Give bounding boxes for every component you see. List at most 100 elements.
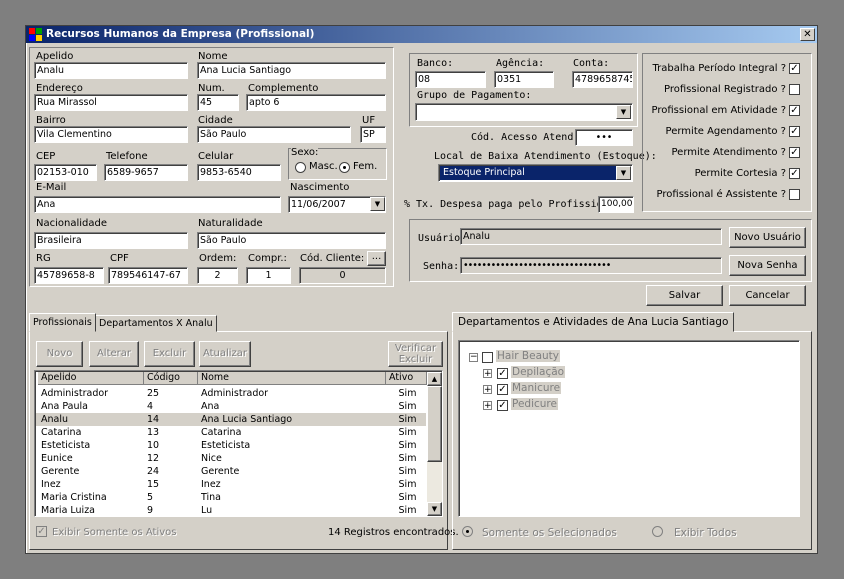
endereco-field[interactable]: Rua Mirassol — [34, 94, 188, 111]
cod-cliente-button[interactable]: ... — [367, 251, 386, 266]
option-checkbox[interactable]: ✓ — [789, 105, 800, 116]
professionals-grid[interactable]: Apelido Código Nome Ativo Administrador 25 Ad… — [34, 370, 443, 517]
scroll-up-icon[interactable]: ▲ — [427, 372, 442, 386]
table-cell: Gerente — [41, 466, 80, 477]
table-cell: 9 — [147, 505, 154, 516]
grid-scrollbar[interactable]: ▲ ▼ — [427, 372, 442, 516]
table-cell: Sim — [398, 466, 417, 477]
close-icon[interactable]: ✕ — [800, 28, 815, 41]
conta-label: Conta: — [573, 58, 610, 69]
table-cell: Gerente — [201, 466, 240, 477]
apelido-field[interactable]: Analu — [34, 62, 188, 79]
option-checkbox[interactable]: ✓ — [789, 63, 800, 74]
cpf-field[interactable]: 789546147-67 — [108, 267, 188, 284]
expand-icon[interactable]: + — [483, 385, 492, 395]
table-cell: Sim — [398, 453, 417, 464]
tree-checkbox[interactable]: ✓ — [497, 368, 508, 379]
novo-usuario-button[interactable]: Novo Usuário — [729, 227, 806, 248]
option-checkbox[interactable]: ✓ — [789, 126, 800, 137]
usuario-field: Analu — [460, 228, 722, 245]
scroll-down-icon[interactable]: ▼ — [427, 502, 442, 516]
table-cell: Ana — [201, 401, 220, 412]
tree-checkbox[interactable]: ✓ — [497, 384, 508, 395]
table-cell: Catarina — [41, 427, 82, 438]
nova-senha-button[interactable]: Nova Senha — [729, 255, 806, 276]
agencia-field[interactable]: 0351 — [494, 71, 554, 88]
cod-acesso-label: Cód. Acesso Atend.: — [471, 132, 586, 143]
local-baixa-dropdown-icon[interactable]: ▼ — [616, 166, 631, 180]
tree-checkbox[interactable]: ✓ — [497, 400, 508, 411]
celular-field[interactable]: 9853-6540 — [197, 164, 281, 181]
grupo-pagamento-label: Grupo de Pagamento: — [417, 90, 532, 101]
departments-tree[interactable]: − Hair Beauty + ✓ Depilação + ✓ Manicure + ✓ Pedic… — [458, 340, 800, 517]
local-baixa-value: Estoque Principal — [440, 166, 618, 180]
table-cell: Inez — [201, 479, 221, 490]
fem-radio[interactable] — [339, 162, 350, 173]
cod-cliente-label: Cód. Cliente: — [300, 253, 365, 264]
verificar-excluir-button[interactable]: Verificar Excluir — [388, 341, 443, 367]
nome-label: Nome — [198, 51, 228, 62]
tab-profissionais[interactable]: Profissionais — [29, 313, 96, 332]
table-cell: Sim — [398, 505, 417, 516]
uf-field[interactable]: SP — [360, 126, 386, 143]
tx-despesa-field[interactable]: 100,00 — [598, 196, 634, 213]
exibir-todos-radio[interactable] — [652, 526, 663, 537]
excluir-button[interactable]: Excluir — [144, 341, 195, 367]
nacionalidade-field[interactable]: Brasileira — [34, 232, 188, 249]
table-cell: 24 — [147, 466, 160, 477]
bairro-field[interactable]: Vila Clementino — [34, 126, 188, 143]
cep-field[interactable]: 02153-010 — [34, 164, 97, 181]
cpf-label: CPF — [110, 253, 129, 264]
expand-icon[interactable]: + — [483, 401, 492, 411]
cod-acesso-field[interactable]: ••• — [575, 129, 633, 146]
table-cell: Sim — [398, 414, 417, 425]
option-checkbox[interactable]: ✓ — [789, 147, 800, 158]
scroll-thumb[interactable] — [427, 386, 442, 462]
compr-field[interactable]: 1 — [246, 267, 291, 284]
grid-header-cell[interactable]: Código — [144, 372, 198, 385]
telefone-field[interactable]: 6589-9657 — [104, 164, 188, 181]
table-cell: Catarina — [201, 427, 242, 438]
salvar-button[interactable]: Salvar — [646, 285, 723, 306]
only-active-checkbox[interactable]: ✓ — [36, 526, 47, 537]
masc-radio[interactable] — [295, 162, 306, 173]
collapse-icon[interactable]: − — [469, 353, 478, 362]
nome-field[interactable]: Ana Lucia Santiago — [197, 62, 386, 79]
grid-header-cell[interactable]: Nome — [198, 372, 386, 385]
cidade-field[interactable]: São Paulo — [197, 126, 351, 143]
tree-checkbox[interactable] — [482, 352, 493, 363]
tab-departamentos-atividades[interactable]: Departamentos e Atividades de Ana Lucia … — [452, 312, 735, 332]
table-cell: Tina — [201, 492, 221, 503]
grid-header-cell[interactable]: Ativo — [386, 372, 427, 385]
table-cell: Esteticista — [201, 440, 251, 451]
somente-selecionados-radio[interactable] — [462, 526, 473, 537]
atualizar-button[interactable]: Atualizar — [199, 341, 251, 367]
banco-field[interactable]: 08 — [415, 71, 486, 88]
option-checkbox[interactable] — [789, 189, 800, 200]
nascimento-dropdown-icon[interactable]: ▼ — [370, 197, 385, 211]
option-checkbox[interactable] — [789, 84, 800, 95]
rg-field[interactable]: 45789658-8 — [34, 267, 104, 284]
expand-icon[interactable]: + — [483, 369, 492, 379]
num-field[interactable]: 45 — [197, 94, 239, 111]
grid-header-cell[interactable]: Apelido — [38, 372, 144, 385]
local-baixa-select[interactable]: Estoque Principal — [438, 164, 633, 182]
option-checkbox[interactable]: ✓ — [789, 168, 800, 179]
table-cell: 14 — [147, 414, 160, 425]
grupo-pagamento-dropdown-icon[interactable]: ▼ — [616, 105, 631, 119]
cancelar-button[interactable]: Cancelar — [729, 285, 806, 306]
agencia-label: Agência: — [496, 58, 545, 69]
email-field[interactable]: Ana — [34, 196, 281, 213]
naturalidade-field[interactable]: São Paulo — [197, 232, 386, 249]
complemento-field[interactable]: apto 6 — [246, 94, 386, 111]
grupo-pagamento-select[interactable] — [415, 103, 633, 121]
cod-cliente-field: 0 — [299, 267, 386, 284]
tree-node-label: Manicure — [511, 382, 562, 394]
novo-button[interactable]: Novo — [36, 341, 83, 367]
conta-field[interactable]: 4789658745 — [572, 71, 633, 88]
alterar-button[interactable]: Alterar — [89, 341, 139, 367]
ordem-field[interactable]: 2 — [197, 267, 238, 284]
tab-departamentos[interactable]: Departamentos X Analu — [95, 315, 217, 332]
num-label: Num. — [198, 83, 225, 94]
table-cell: 12 — [147, 453, 160, 464]
